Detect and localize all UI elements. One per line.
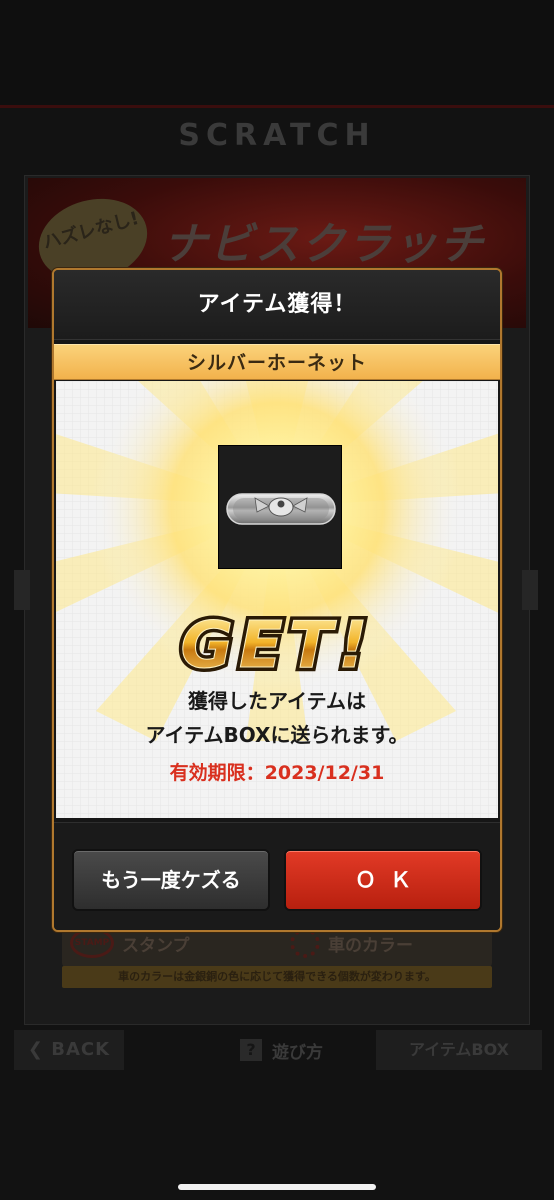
banner-title: ナビスクラッチ — [163, 219, 485, 270]
item-acquired-dialog: アイテム獲得！ シルバーホーネット GET! GET! 獲得したアイテムは アイ… — [52, 268, 502, 932]
stamp-reward: STAMP スタンプ — [70, 928, 190, 958]
dialog-title: アイテム獲得！ — [197, 292, 357, 317]
reward-content: GET! GET! 獲得したアイテムは アイテムBOXに送られます。 有効期限：… — [56, 381, 498, 818]
screen-title: SCRATCH — [178, 118, 376, 153]
car-color-label: 車のカラー — [328, 935, 413, 956]
item-image-frame — [218, 445, 342, 569]
silver-hornet-emblem-icon — [226, 493, 336, 525]
howto-label: 遊び方 — [272, 1042, 323, 1063]
get-graphic: GET! GET! — [176, 605, 373, 687]
car-color-reward: 車のカラー — [290, 928, 413, 958]
itembox-button[interactable]: アイテムBOX — [376, 1030, 542, 1070]
back-button[interactable]: ❮ BACK — [14, 1030, 124, 1070]
home-indicator[interactable] — [178, 1184, 376, 1190]
chevron-left-icon: ❮ — [27, 1039, 52, 1060]
dialog-footer: もう一度ケズる ＯＫ — [54, 822, 500, 930]
gear-icon — [290, 928, 320, 958]
get-label: GET! — [180, 609, 373, 683]
back-label: BACK — [51, 1039, 111, 1060]
howto-button[interactable]: ? 遊び方 — [240, 1030, 323, 1070]
top-bar — [0, 0, 554, 108]
stamp-label: スタンプ — [122, 935, 190, 956]
next-arrow — [522, 570, 538, 610]
stamp-icon: STAMP — [70, 928, 114, 958]
item-name-bar: シルバーホーネット — [54, 344, 500, 380]
message-line-1: 獲得したアイテムは — [188, 689, 366, 713]
dialog-header: アイテム獲得！ — [54, 270, 500, 340]
ok-button[interactable]: ＯＫ — [284, 849, 482, 911]
message-line-2: アイテムBOXに送られます。 — [145, 723, 409, 747]
prev-arrow — [14, 570, 30, 610]
question-mark-icon: ? — [240, 1039, 262, 1061]
expiry-date: 有効期限：2023/12/31 — [169, 762, 385, 784]
reward-note: 車のカラーは金銀銅の色に応じて獲得できる個数が変わります。 — [62, 966, 492, 988]
scratch-again-button[interactable]: もう一度ケズる — [72, 849, 270, 911]
item-name: シルバーホーネット — [186, 352, 367, 374]
